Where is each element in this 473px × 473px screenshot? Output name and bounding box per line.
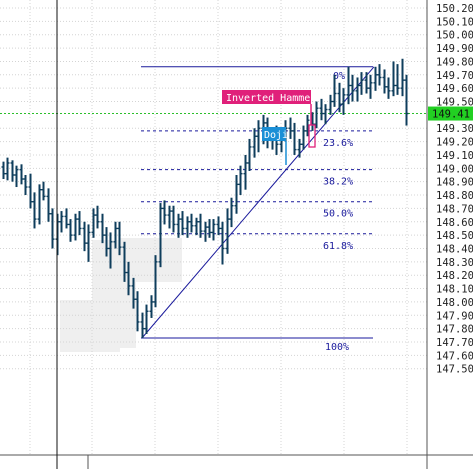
ohlc-bar [391,61,396,97]
y-tick-label: 149.70 [436,70,473,82]
ohlc-bar [144,304,149,334]
ohlc-bar [400,58,405,97]
ohlc-bar [171,205,176,233]
ohlc-bar [211,219,216,241]
ohlc-bar [32,192,37,229]
price-bars [1,58,409,338]
ohlc-bar [185,216,190,238]
ohlc-bar [404,74,409,126]
fib-level-label: 23.6% [323,138,353,149]
ohlc-bar [220,221,225,265]
ohlc-bar [373,66,378,91]
ohlc-bar [252,128,257,158]
current-price-label: 149.41 [432,109,470,121]
ohlc-bar [140,312,145,338]
ohlc-bar [64,208,69,229]
watermark [60,238,182,352]
ohlc-bar [100,213,105,244]
ohlc-bar [180,211,185,236]
ohlc-bar [247,138,252,171]
ohlc-bar [337,82,342,113]
ohlc-bar [377,64,382,86]
ohlc-bar [364,72,369,94]
ohlc-bar [5,157,10,181]
ohlc-bar [189,213,194,233]
ohlc-bar [167,205,172,229]
pattern-annotations: Inverted Hammer Doji [222,90,316,165]
ohlc-bar [37,184,42,225]
ohlc-bar [243,154,248,190]
ohlc-bar [395,64,400,95]
ohlc-bar [41,181,46,201]
y-tick-label: 148.30 [436,257,473,269]
y-tick-label: 149.20 [436,137,473,149]
y-tick-label: 149.60 [436,83,473,95]
ohlc-bar [73,213,78,241]
y-tick-label: 150.10 [436,16,473,28]
ohlc-bar [77,211,82,236]
y-tick-label: 147.90 [436,310,473,322]
candlestick-chart: 0%23.6%38.2%50.0%61.8%100% Inverted Hamm… [0,0,473,469]
y-tick-label: 148.00 [436,297,473,309]
ohlc-bar [135,291,140,332]
ohlc-bar [50,208,55,249]
fib-level-label: 38.2% [323,177,353,188]
y-tick-label: 149.10 [436,150,473,162]
ohlc-bar [14,165,19,188]
ohlc-bar [328,94,333,115]
ohlc-bar [382,69,387,94]
inverted-hammer-label: Inverted Hammer [226,93,316,104]
ohlc-bar [194,217,199,236]
ohlc-bar [319,98,324,121]
fib-level-label: 100% [325,342,349,353]
ohlc-bar [91,208,96,238]
ohlc-bar [216,216,221,236]
ohlc-bar [82,221,87,252]
y-tick-label: 148.90 [436,177,473,189]
doji-label: Doji [264,130,288,141]
ohlc-bar [19,164,24,185]
ohlc-bar [1,161,6,180]
ohlc-bar [10,160,15,182]
ohlc-bar [301,125,306,150]
y-tick-label: 149.30 [436,123,473,135]
ohlc-bar [162,200,167,225]
ohlc-bar [86,224,91,262]
ohlc-bar [28,173,33,209]
chart-root: 0% 23.6% 38.2% 50.0% 61.8% 100% Inverted Hamm… [0,0,473,469]
y-tick-label: 148.80 [436,190,473,202]
ohlc-bar [68,219,73,242]
y-tick-label: 148.60 [436,217,473,229]
y-tick-label: 148.50 [436,230,473,242]
ohlc-bar [368,74,373,99]
y-tick-label: 150.20 [436,3,473,15]
y-tick-label: 150.00 [436,30,473,42]
y-tick-label: 148.10 [436,284,473,296]
fib-level-label: 61.8% [323,241,353,252]
y-tick-label: 148.70 [436,203,473,215]
ohlc-bar [46,188,51,222]
ohlc-bar [355,77,360,102]
ohlc-bar [225,208,230,254]
fib-level-label: 50.0% [323,209,353,220]
y-tick-label: 149.80 [436,56,473,68]
ohlc-bar [256,120,261,153]
ohlc-bar [292,122,297,155]
ohlc-bar [23,175,28,196]
ohlc-bar [95,205,100,229]
ohlc-bar [203,221,208,242]
y-tick-label: 147.70 [436,337,473,349]
y-tick-label: 148.40 [436,243,473,255]
y-tick-label: 148.20 [436,270,473,282]
y-tick-label: 149.90 [436,43,473,55]
ohlc-bar [149,295,154,318]
ohlc-bar [59,211,64,233]
y-tick-label: 149.00 [436,163,473,175]
y-tick-label: 147.60 [436,350,473,362]
y-tick-label: 147.80 [436,324,473,336]
y-tick-label: 147.50 [436,364,473,376]
ohlc-bar [314,101,319,129]
